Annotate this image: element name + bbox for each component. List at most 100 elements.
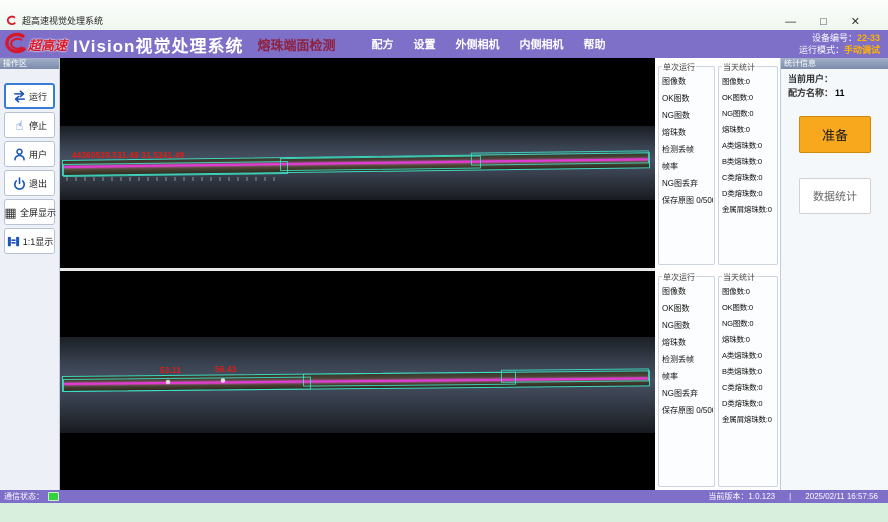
prepare-button[interactable]: 准备 xyxy=(799,116,871,153)
stat-row: 熔珠数:0 xyxy=(722,334,776,345)
app-title: IVision视觉处理系统 xyxy=(73,32,243,57)
stat-row: C类熔珠数:0 xyxy=(722,172,776,183)
stats-panel-bottom: 单次运行 图像数 OK图数 NG图数 熔珠数 检测丢帧 帧率 NG图丢弃 保存原… xyxy=(655,268,780,490)
run-button-label: 运行 xyxy=(29,90,47,103)
app-header: 超高速 IVision视觉处理系统 熔珠端面检测 配方 设置 外侧相机 内侧相机… xyxy=(0,30,888,58)
defect-marker xyxy=(221,378,225,382)
stat-label: OK图数 xyxy=(662,303,713,314)
user-button[interactable]: 用户 xyxy=(4,141,55,167)
defect-label: 56.43 xyxy=(215,365,237,374)
stat-row: 金属屑熔珠数:0 xyxy=(722,204,776,215)
comm-status-indicator xyxy=(48,492,59,501)
main-menu: 配方 设置 外侧相机 内侧相机 帮助 xyxy=(371,36,605,52)
one-to-one-button-label: 1:1显示 xyxy=(23,235,54,248)
stop-button[interactable]: ☝ 停止 xyxy=(4,112,55,138)
stat-row: 熔珠数:0 xyxy=(722,124,776,135)
menu-item-help[interactable]: 帮助 xyxy=(583,36,605,52)
device-info: 设备编号：22-33 运行模式：手动调试 xyxy=(799,32,880,56)
stat-label: 检测丢帧 xyxy=(662,354,713,365)
version-info: 当前版本：1.0.123 | 2025/02/11 16:57:56 xyxy=(708,491,878,502)
edge-markers xyxy=(66,177,276,181)
camera-view-top: 44360539.531.49 31.5341.49 xyxy=(60,58,655,268)
brand-swoosh-icon xyxy=(2,32,28,56)
menu-item-inner-camera[interactable]: 内侧相机 xyxy=(519,36,563,52)
stat-row: C类熔珠数:0 xyxy=(722,382,776,393)
maximize-button[interactable]: □ xyxy=(820,16,827,28)
stat-label: 检测丢帧 xyxy=(662,144,713,155)
stat-label: 图像数 xyxy=(662,286,713,297)
stat-label: 熔珠数 xyxy=(662,127,713,138)
os-titlebar: 超高速视觉处理系统 — □ ✕ xyxy=(0,0,888,30)
comm-status: 通信状态： xyxy=(4,491,59,502)
stat-row: 图像数:0 xyxy=(722,76,776,87)
close-button[interactable]: ✕ xyxy=(851,16,860,28)
stat-label: 图像数 xyxy=(662,76,713,87)
one-to-one-icon xyxy=(6,234,21,249)
stat-label: NG图丢弃 xyxy=(662,388,713,399)
stat-row: A类熔珠数:0 xyxy=(722,350,776,361)
stat-row: OK图数:0 xyxy=(722,92,776,103)
minimize-button[interactable]: — xyxy=(785,16,796,28)
fullscreen-button[interactable]: ▦ 全屏显示 xyxy=(4,199,55,225)
stat-row: 金属屑熔珠数:0 xyxy=(722,414,776,425)
brand-logo-text: 超高速 xyxy=(28,35,67,54)
statistics-column: 单次运行 图像数 OK图数 NG图数 熔珠数 检测丢帧 帧率 NG图丢弃 保存原… xyxy=(655,58,780,490)
stat-row: A类熔珠数:0 xyxy=(722,140,776,151)
app-logo-icon xyxy=(6,15,17,26)
one-to-one-button[interactable]: 1:1显示 xyxy=(4,228,55,254)
stat-save-row: 保存原图 0/500 xyxy=(662,195,713,206)
stat-label: 熔珠数 xyxy=(662,337,713,348)
exit-button[interactable]: 退出 xyxy=(4,170,55,196)
daily-stats-title: 当天统计 xyxy=(722,62,756,73)
version-label: 当前版本： xyxy=(708,492,748,501)
info-panel: 统计信息 当前用户： 配方名称：11 准备 数据统计 xyxy=(780,58,888,490)
sidebar-title: 操作区 xyxy=(0,58,59,69)
menu-item-recipe[interactable]: 配方 xyxy=(371,36,393,52)
detection-box xyxy=(500,368,649,382)
info-panel-title: 统计信息 xyxy=(781,58,888,69)
data-statistics-button[interactable]: 数据统计 xyxy=(799,178,871,214)
stat-label: 帧率 xyxy=(662,371,713,382)
stats-panel-top: 单次运行 图像数 OK图数 NG图数 熔珠数 检测丢帧 帧率 NG图丢弃 保存原… xyxy=(655,58,780,268)
daily-stats-groupbox: 当天统计 图像数:0 OK图数:0 NG图数:0 熔珠数:0 A类熔珠数:0 B… xyxy=(718,276,778,487)
camera-view-bottom: 53.11 56.43 xyxy=(60,271,655,490)
desktop-strip xyxy=(0,503,888,522)
detection-box xyxy=(63,377,311,392)
detection-box xyxy=(280,156,481,172)
run-button[interactable]: 运行 xyxy=(4,83,55,109)
recipe-name-row: 配方名称：11 xyxy=(788,86,845,99)
stat-row: 图像数:0 xyxy=(722,286,776,297)
comm-status-label: 通信状态： xyxy=(4,491,44,502)
version-value: 1.0.123 xyxy=(748,492,775,501)
device-id-value: 22-33 xyxy=(857,33,880,43)
stat-row: D类熔珠数:0 xyxy=(722,398,776,409)
status-bar: 通信状态： 当前版本：1.0.123 | 2025/02/11 16:57:56 xyxy=(0,490,888,503)
daily-stats-title: 当天统计 xyxy=(722,272,756,283)
stat-label: 帧率 xyxy=(662,161,713,172)
menu-item-settings[interactable]: 设置 xyxy=(413,36,435,52)
stat-label: NG图数 xyxy=(662,320,713,331)
stat-label: NG图丢弃 xyxy=(662,178,713,189)
menu-item-outer-camera[interactable]: 外侧相机 xyxy=(455,36,499,52)
device-id-label: 设备编号： xyxy=(812,33,857,43)
stat-label: NG图数 xyxy=(662,110,713,121)
window-title: 超高速视觉处理系统 xyxy=(22,14,103,27)
camera-display-area: 44360539.531.49 31.5341.49 53.11 56.43 xyxy=(60,58,655,490)
status-divider: | xyxy=(789,492,791,501)
single-run-title: 单次运行 xyxy=(662,272,696,283)
user-icon xyxy=(12,147,27,162)
single-run-title: 单次运行 xyxy=(662,62,696,73)
operation-sidebar: 操作区 运行 ☝ 停止 用户 xyxy=(0,58,60,490)
stat-row: B类熔珠数:0 xyxy=(722,156,776,167)
single-run-groupbox: 单次运行 图像数 OK图数 NG图数 熔珠数 检测丢帧 帧率 NG图丢弃 保存原… xyxy=(658,66,715,265)
stat-row: D类熔珠数:0 xyxy=(722,188,776,199)
run-cycle-icon xyxy=(12,89,27,104)
detection-box xyxy=(471,150,649,165)
defect-label: 53.11 xyxy=(160,366,181,375)
run-mode-value: 手动调试 xyxy=(844,45,880,55)
stat-row: B类熔珠数:0 xyxy=(722,366,776,377)
hand-stop-icon: ☝ xyxy=(12,118,27,133)
defect-marker xyxy=(166,380,170,384)
daily-stats-groupbox: 当天统计 图像数:0 OK图数:0 NG图数:0 熔珠数:0 A类熔珠数:0 B… xyxy=(718,66,778,265)
detection-box xyxy=(303,372,516,387)
